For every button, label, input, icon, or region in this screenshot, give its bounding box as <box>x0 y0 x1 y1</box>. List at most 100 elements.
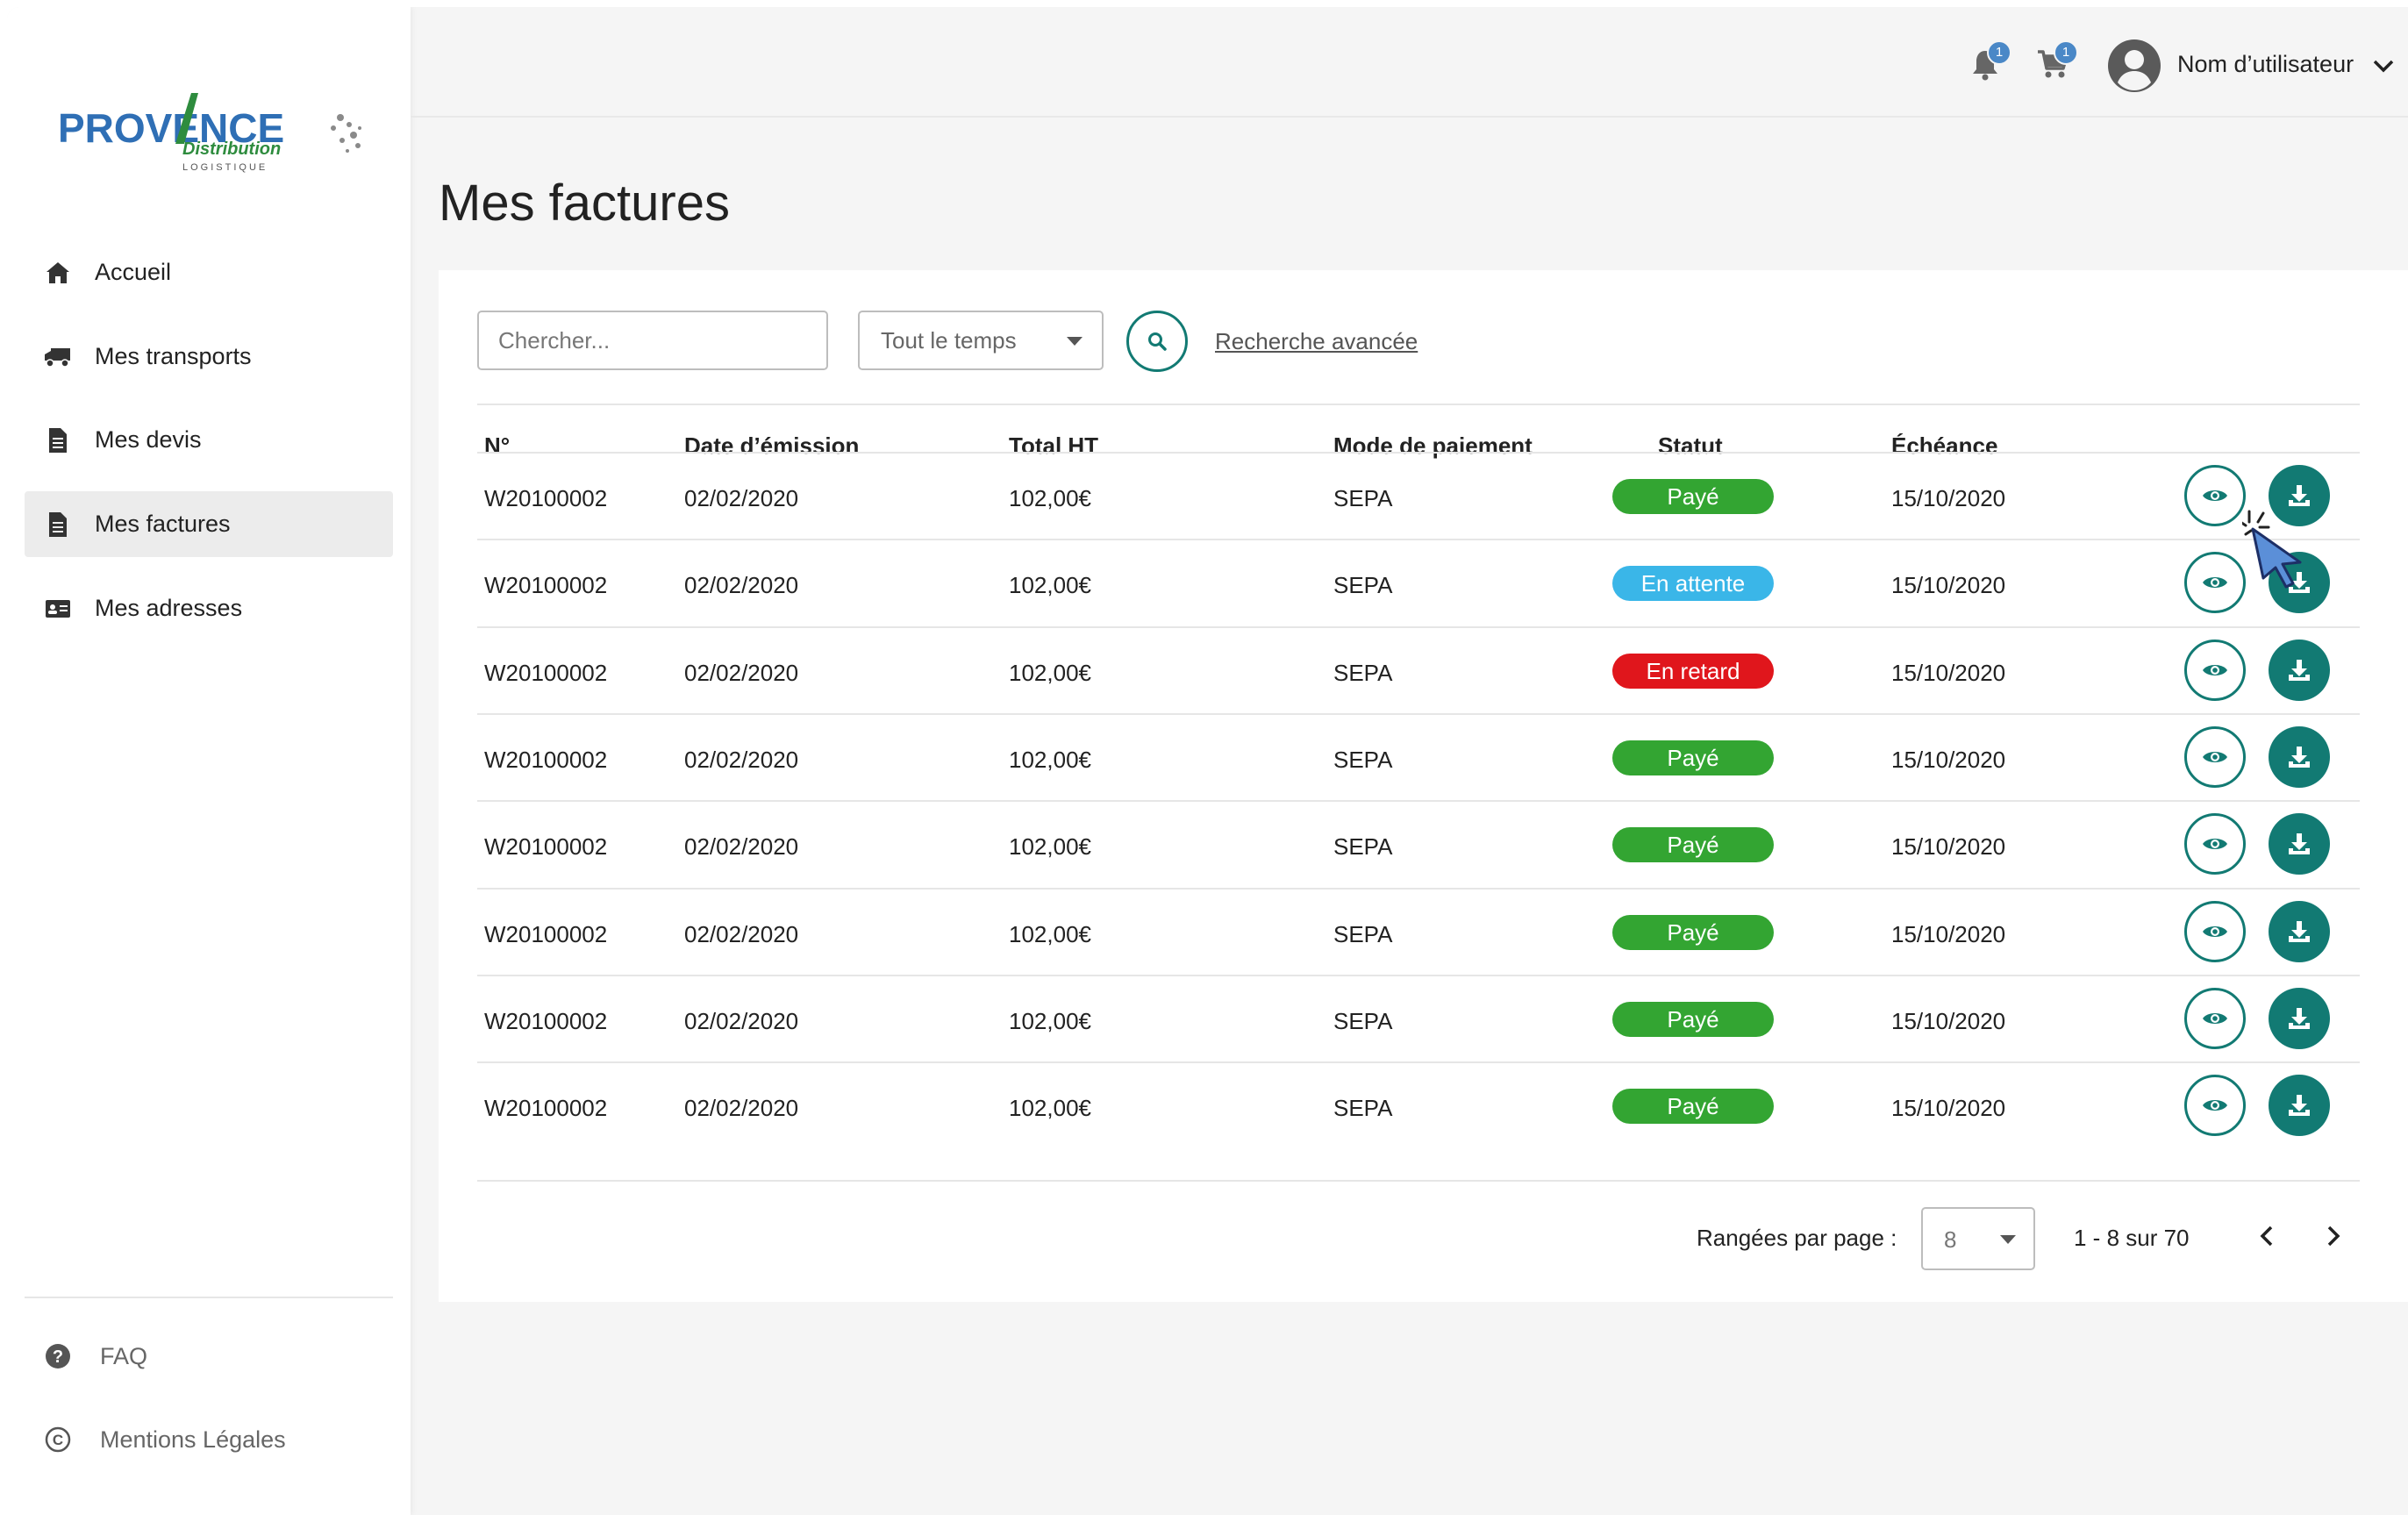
notification-badge: 1 <box>1987 40 2011 65</box>
cell-number: W20100002 <box>484 1095 608 1122</box>
download-icon <box>2289 572 2310 594</box>
sidebar-item-label: Mes transports <box>95 343 252 369</box>
cell-date: 02/02/2020 <box>684 572 799 599</box>
invoices-card: Tout le temps Recherche avancée N° Date … <box>439 270 2408 1302</box>
svg-text:?: ? <box>53 1347 63 1367</box>
search-input[interactable] <box>477 311 828 370</box>
view-invoice-button[interactable] <box>2184 725 2246 788</box>
download-invoice-button[interactable] <box>2269 813 2330 875</box>
cart-button[interactable]: 1 <box>2036 40 2078 82</box>
sidebar-item-mentions-legales[interactable]: C Mentions Légales <box>25 1413 393 1466</box>
svg-text:LOGISTIQUE: LOGISTIQUE <box>182 162 268 173</box>
user-avatar-icon[interactable] <box>2107 39 2161 93</box>
download-invoice-button[interactable] <box>2269 900 2330 962</box>
eye-icon <box>2203 1012 2227 1024</box>
period-select-value: Tout le temps <box>881 326 1017 354</box>
notifications-button[interactable]: 1 <box>1969 40 2011 82</box>
document-icon <box>44 426 72 454</box>
period-select[interactable]: Tout le temps <box>858 311 1104 370</box>
status-badge: Payé <box>1612 914 1774 950</box>
cell-total: 102,00€ <box>1009 659 1091 686</box>
rows-per-page-value: 8 <box>1944 1226 1957 1253</box>
download-invoice-button[interactable] <box>2269 465 2330 526</box>
view-invoice-button[interactable] <box>2184 987 2246 1049</box>
sidebar-item-adresses[interactable]: Mes adresses <box>25 575 393 641</box>
search-icon <box>1148 332 1167 351</box>
status-badge: Payé <box>1612 827 1774 863</box>
status-badge: En attente <box>1612 566 1774 602</box>
cell-date: 02/02/2020 <box>684 1007 799 1034</box>
download-invoice-button[interactable] <box>2269 639 2330 701</box>
table-row: W20100002 02/02/2020 102,00€ SEPA 15/10/2020… <box>477 452 2360 540</box>
user-name[interactable]: Nom d’utilisateur <box>2177 51 2354 78</box>
sidebar-item-label: Mes factures <box>95 511 231 537</box>
view-invoice-button[interactable] <box>2184 813 2246 875</box>
cell-payment: SEPA <box>1333 920 1393 947</box>
cell-due: 15/10/2020 <box>1891 920 2006 947</box>
view-invoice-button[interactable] <box>2184 900 2246 962</box>
download-invoice-button[interactable] <box>2269 987 2330 1049</box>
rows-per-page-select[interactable]: 8 <box>1921 1207 2035 1270</box>
view-invoice-button[interactable] <box>2184 1075 2246 1137</box>
caret-down-icon <box>1067 337 1083 346</box>
cell-total: 102,00€ <box>1009 920 1091 947</box>
cell-number: W20100002 <box>484 572 608 599</box>
cell-payment: SEPA <box>1333 659 1393 686</box>
download-icon <box>2289 1095 2310 1117</box>
download-icon <box>2289 746 2310 768</box>
advanced-search-link[interactable]: Recherche avancée <box>1215 328 1418 355</box>
sidebar-item-factures[interactable]: Mes factures <box>25 491 393 557</box>
document-icon <box>44 511 72 539</box>
svg-text:C: C <box>53 1432 63 1448</box>
chevron-right-icon[interactable] <box>2318 1221 2347 1251</box>
address-card-icon <box>44 595 72 623</box>
eye-icon <box>2203 577 2227 589</box>
view-invoice-button[interactable] <box>2184 552 2246 614</box>
table-row: W20100002 02/02/2020 102,00€ SEPA 15/10/2020… <box>477 800 2360 889</box>
sidebar-item-faq[interactable]: ? FAQ <box>25 1330 393 1383</box>
sidebar-item-label: Mes adresses <box>95 595 243 621</box>
download-invoice-button[interactable] <box>2269 1075 2330 1137</box>
eye-icon <box>2203 1100 2227 1111</box>
table-row: W20100002 02/02/2020 102,00€ SEPA 15/10/2020… <box>477 625 2360 715</box>
cell-total: 102,00€ <box>1009 1007 1091 1034</box>
table-row: W20100002 02/02/2020 102,00€ SEPA 15/10/2020… <box>477 539 2360 627</box>
chevron-left-icon[interactable] <box>2253 1221 2283 1251</box>
view-invoice-button[interactable] <box>2184 465 2246 526</box>
caret-down-icon <box>2000 1235 2016 1244</box>
download-icon <box>2289 920 2310 942</box>
download-invoice-button[interactable] <box>2269 725 2330 788</box>
chevron-down-icon[interactable] <box>2370 53 2397 79</box>
company-logo: PROVENCE Distribution LOGISTIQUE <box>58 93 361 173</box>
download-invoice-button[interactable] <box>2269 552 2330 614</box>
table-row: W20100002 02/02/2020 102,00€ SEPA 15/10/2020… <box>477 712 2360 802</box>
download-icon <box>2289 485 2310 506</box>
cell-date: 02/02/2020 <box>684 485 799 511</box>
cell-due: 15/10/2020 <box>1891 485 2006 511</box>
home-icon <box>44 259 72 287</box>
table-row: W20100002 02/02/2020 102,00€ SEPA 15/10/2020… <box>477 974 2360 1063</box>
cell-payment: SEPA <box>1333 572 1393 599</box>
cell-number: W20100002 <box>484 833 608 861</box>
cell-number: W20100002 <box>484 746 608 773</box>
sidebar-item-accueil[interactable]: Accueil <box>25 239 393 305</box>
cell-due: 15/10/2020 <box>1891 572 2006 599</box>
cell-date: 02/02/2020 <box>684 1095 799 1122</box>
view-invoice-button[interactable] <box>2184 639 2246 701</box>
status-badge: Payé <box>1612 1089 1774 1125</box>
sidebar: PROVENCE Distribution LOGISTIQUE Accueil… <box>7 7 411 1515</box>
page-title: Mes factures <box>439 175 730 232</box>
eye-icon <box>2203 490 2227 501</box>
truck-icon <box>44 343 72 371</box>
cell-total: 102,00€ <box>1009 572 1091 599</box>
cell-total: 102,00€ <box>1009 833 1091 861</box>
cell-due: 15/10/2020 <box>1891 1095 2006 1122</box>
sidebar-item-transports[interactable]: Mes transports <box>25 324 393 389</box>
cell-date: 02/02/2020 <box>684 746 799 773</box>
status-badge: Payé <box>1612 479 1774 514</box>
search-button[interactable] <box>1126 311 1188 372</box>
sidebar-item-devis[interactable]: Mes devis <box>25 407 393 473</box>
svg-text:Distribution: Distribution <box>182 139 281 159</box>
sidebar-item-label: Mes devis <box>95 426 202 453</box>
cell-date: 02/02/2020 <box>684 920 799 947</box>
